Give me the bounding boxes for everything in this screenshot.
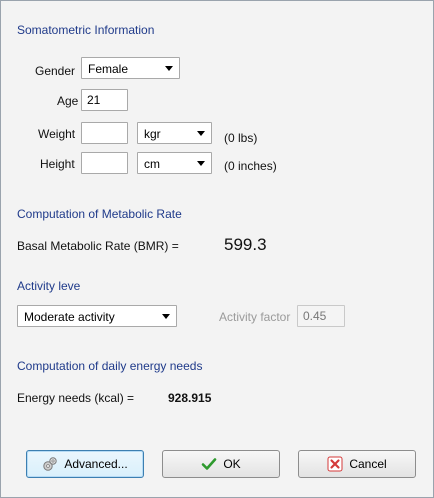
gears-icon bbox=[42, 456, 58, 472]
energy-value: 928.915 bbox=[168, 391, 212, 405]
energy-label: Energy needs (kcal) = bbox=[17, 391, 135, 405]
ok-button[interactable]: OK bbox=[162, 450, 280, 478]
bmr-label: Basal Metabolic Rate (BMR) = bbox=[17, 239, 179, 253]
section-somatometric: Somatometric Information bbox=[17, 23, 155, 37]
weight-label: Weight bbox=[38, 127, 76, 141]
height-converted: (0 inches) bbox=[224, 159, 277, 173]
cancel-button[interactable]: Cancel bbox=[298, 450, 416, 478]
height-unit-value: cm bbox=[144, 157, 160, 171]
advanced-button[interactable]: Advanced... bbox=[26, 450, 144, 478]
chevron-down-icon bbox=[197, 131, 205, 136]
energy-dialog: Somatometric Information Gender Female A… bbox=[0, 0, 434, 498]
section-energy: Computation of daily energy needs bbox=[17, 359, 203, 373]
x-icon bbox=[327, 456, 343, 472]
height-label: Height bbox=[40, 157, 75, 171]
activity-factor-input bbox=[297, 305, 345, 327]
checkmark-icon bbox=[201, 456, 217, 472]
height-input[interactable] bbox=[81, 152, 128, 174]
bmr-value: 599.3 bbox=[224, 235, 267, 254]
section-metabolic: Computation of Metabolic Rate bbox=[17, 207, 182, 221]
weight-unit-select[interactable]: kgr bbox=[137, 122, 212, 144]
activity-select-value: Moderate activity bbox=[24, 310, 115, 324]
chevron-down-icon bbox=[162, 314, 170, 319]
gender-select-value: Female bbox=[88, 62, 129, 76]
activity-select[interactable]: Moderate activity bbox=[17, 305, 177, 327]
age-label: Age bbox=[57, 94, 79, 108]
section-activity: Activity leve bbox=[17, 279, 81, 293]
activity-factor-label: Activity factor bbox=[219, 310, 291, 324]
advanced-button-label: Advanced... bbox=[64, 457, 128, 471]
chevron-down-icon bbox=[197, 161, 205, 166]
ok-button-label: OK bbox=[223, 457, 241, 471]
age-input[interactable] bbox=[81, 89, 128, 111]
height-unit-select[interactable]: cm bbox=[137, 152, 212, 174]
weight-input[interactable] bbox=[81, 122, 128, 144]
chevron-down-icon bbox=[165, 66, 173, 71]
gender-select[interactable]: Female bbox=[81, 57, 180, 79]
cancel-button-label: Cancel bbox=[349, 457, 387, 471]
weight-unit-value: kgr bbox=[144, 127, 161, 141]
weight-converted: (0 lbs) bbox=[224, 131, 258, 145]
gender-label: Gender bbox=[35, 64, 76, 78]
